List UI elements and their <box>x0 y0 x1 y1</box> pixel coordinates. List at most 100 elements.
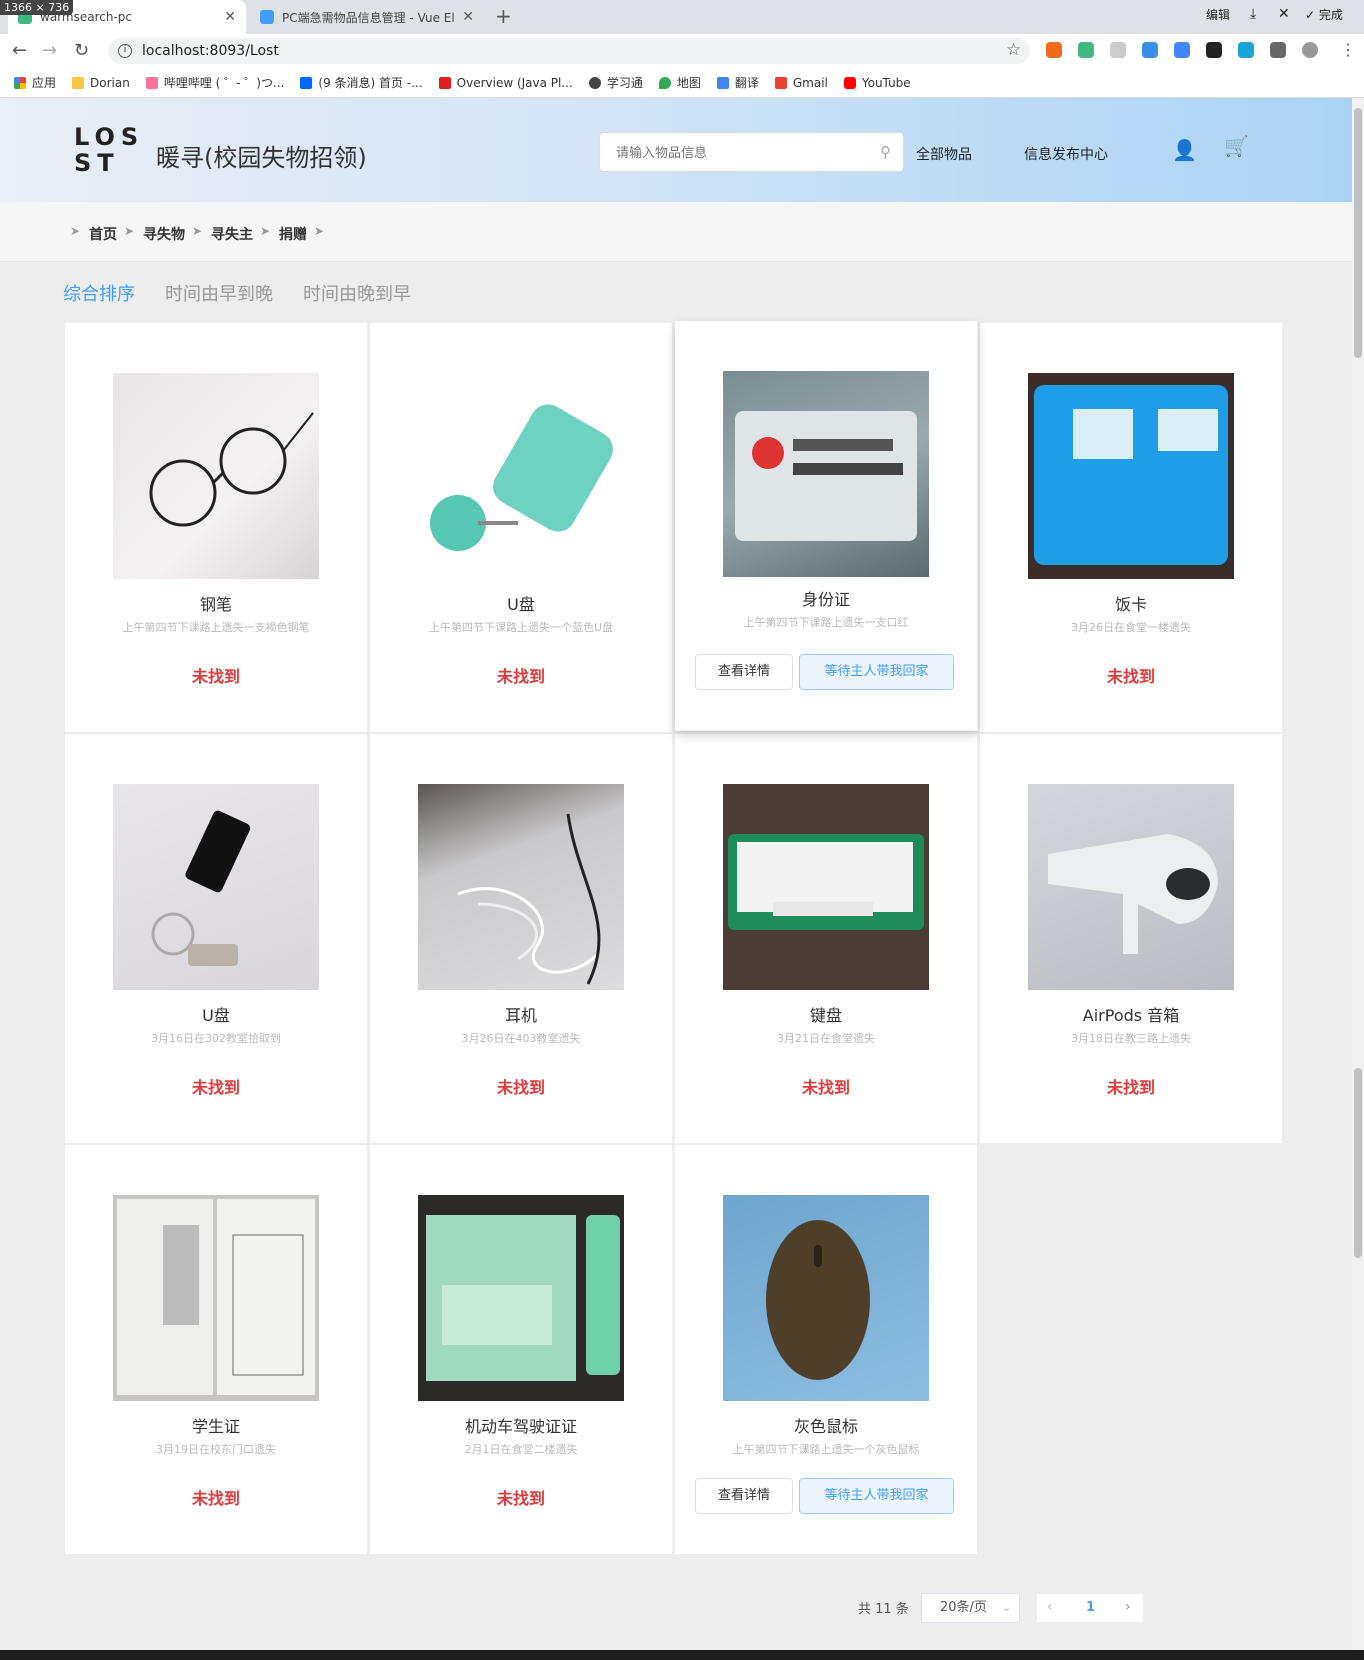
site-info-icon[interactable]: i <box>118 44 132 58</box>
paper-plane-icon: ➤ <box>260 224 271 238</box>
url-field[interactable]: i localhost:8093/Lost <box>108 38 1030 64</box>
item-card[interactable]: 灰色鼠标 上午第四节下课路上遗失一个灰色鼠标 查看详情 等待主人带我回家 <box>675 1145 978 1555</box>
publish-center-link[interactable]: 信息发布中心 <box>1024 144 1108 164</box>
item-card[interactable]: 键盘 3月21日在食堂遗失 未找到 <box>675 734 978 1144</box>
prev-page-icon[interactable]: ‹ <box>1047 1599 1053 1615</box>
bookmarks-bar: 应用 Dorian 哔哩哔哩 ( ゜- ゜)つ... (9 条消息) 首页 -.… <box>0 68 1364 98</box>
done-button[interactable]: ✓ 完成 <box>1305 6 1343 23</box>
bookmark-label: YouTube <box>861 75 911 90</box>
item-card[interactable]: 身份证 上午第四节下课路上遗失一支口红 查看详情 等待主人带我回家 <box>675 321 978 731</box>
url-text: localhost:8093/Lost <box>142 43 279 59</box>
nav-home[interactable]: 首页 <box>89 224 117 244</box>
logo-line: LOS <box>74 123 145 151</box>
page-size-select[interactable]: 20条/页 ⌄ <box>921 1593 1020 1623</box>
bookmark-item[interactable]: Dorian <box>72 76 130 90</box>
item-status: 未找到 <box>496 667 545 686</box>
item-card[interactable]: U盘 3月16日在302教室拾取到 未找到 <box>65 734 368 1144</box>
page-number[interactable]: 1 <box>1086 1600 1095 1615</box>
reload-icon[interactable]: ↻ <box>74 40 89 61</box>
gmail-icon <box>774 76 787 89</box>
wait-owner-button[interactable]: 等待主人带我回家 <box>799 1478 954 1514</box>
nav-find-owner[interactable]: 寻失主 <box>211 224 253 244</box>
extension-icon[interactable] <box>1110 42 1126 58</box>
item-card[interactable]: 饭卡 3月26日在食堂一楼遗失 未找到 <box>980 323 1283 733</box>
apps-grid-icon <box>14 76 26 89</box>
item-description: 上午第四节下课路上遗失一支口红 <box>743 616 909 629</box>
close-icon[interactable]: ✕ <box>1278 6 1290 22</box>
sort-time-desc[interactable]: 时间由晚到早 <box>303 280 411 306</box>
item-image <box>418 373 624 579</box>
item-card[interactable]: 机动车驾驶证证 2月1日在食堂二楼遗失 未找到 <box>370 1145 673 1555</box>
wifi-extension-icon[interactable] <box>1238 42 1254 58</box>
bookmark-item[interactable]: Overview (Java Pl... <box>438 76 573 90</box>
bookmark-item[interactable]: 翻译 <box>716 74 759 91</box>
edit-button[interactable]: 编辑 <box>1206 6 1230 23</box>
nav-find-lost[interactable]: 寻失物 <box>143 224 185 244</box>
bookmark-item[interactable]: 学习通 <box>588 74 643 91</box>
cart-icon[interactable]: 🛒 <box>1224 134 1249 158</box>
search-input[interactable] <box>599 132 904 172</box>
nav-donate[interactable]: 捐赠 <box>279 224 307 244</box>
item-image <box>418 784 624 990</box>
item-card[interactable]: U盘 上午第四节下课路上遗失一个蓝色U盘 未找到 <box>370 323 673 733</box>
menu-icon[interactable]: ⋮ <box>1340 40 1356 59</box>
bookmark-item[interactable]: (9 条消息) 首页 -... <box>300 74 423 91</box>
bookmark-label: Dorian <box>90 75 130 90</box>
extension-icon[interactable] <box>1206 42 1222 58</box>
search-icon[interactable]: ⚲ <box>880 143 891 161</box>
profile-icon[interactable] <box>1302 42 1318 58</box>
translate-extension-icon[interactable] <box>1174 42 1190 58</box>
close-tab-icon[interactable]: ✕ <box>224 9 236 25</box>
bookmark-item[interactable]: 地图 <box>658 74 701 91</box>
extension-icon[interactable] <box>1142 42 1158 58</box>
view-details-button[interactable]: 查看详情 <box>695 1478 793 1514</box>
item-description: 3月21日在食堂遗失 <box>777 1032 875 1045</box>
item-card[interactable]: AirPods 音箱 3月18日在教三路上遗失 未找到 <box>980 734 1283 1144</box>
done-label: 完成 <box>1318 8 1343 22</box>
bookmark-item[interactable]: Gmail <box>774 76 828 90</box>
user-icon[interactable]: 👤 <box>1172 138 1197 162</box>
new-tab-icon[interactable]: + <box>495 4 512 28</box>
scrollbar-thumb[interactable] <box>1354 108 1362 358</box>
download-icon[interactable]: ⤓ <box>1250 6 1256 22</box>
view-details-button[interactable]: 查看详情 <box>695 654 793 690</box>
scrollbar-thumb[interactable] <box>1354 1068 1362 1258</box>
item-name: AirPods 音箱 <box>1082 1006 1180 1025</box>
star-icon[interactable]: ☆ <box>1006 40 1021 60</box>
site-logo[interactable]: LOS ST <box>74 123 145 180</box>
item-status: 未找到 <box>801 1078 850 1097</box>
dimension-badge: 1366 × 736 <box>0 0 74 15</box>
item-description: 上午第四节下课路上遗失一个蓝色U盘 <box>428 621 614 634</box>
item-card[interactable]: 钢笔 上午第四节下课路上遗失一支褐色钢笔 未找到 <box>65 323 368 733</box>
next-page-icon[interactable]: › <box>1125 1599 1131 1615</box>
forward-icon[interactable]: → <box>42 40 57 61</box>
paper-plane-icon: ➤ <box>124 224 135 238</box>
item-image <box>418 1195 624 1401</box>
item-name: 钢笔 <box>199 595 232 614</box>
bookmark-item[interactable]: 哔哩哔哩 ( ゜- ゜)つ... <box>145 74 284 91</box>
all-items-link[interactable]: 全部物品 <box>916 144 972 164</box>
item-image <box>1028 373 1234 579</box>
extension-icon[interactable] <box>1046 42 1062 58</box>
item-card[interactable]: 学生证 3月19日在校东门口遗失 未找到 <box>65 1145 368 1555</box>
item-description: 3月26日在食堂一楼遗失 <box>1071 621 1191 634</box>
pager: ‹ 1 › <box>1036 1593 1144 1623</box>
back-icon[interactable]: ← <box>12 40 27 61</box>
bookmark-label: 翻译 <box>734 76 759 90</box>
item-image <box>113 1195 319 1401</box>
sort-time-asc[interactable]: 时间由早到晚 <box>165 280 273 306</box>
sort-comprehensive[interactable]: 综合排序 <box>63 280 135 306</box>
bookmark-apps[interactable]: 应用 <box>14 74 56 91</box>
extensions-puzzle-icon[interactable] <box>1270 42 1286 58</box>
maps-pin-icon <box>658 76 671 89</box>
paper-plane-icon: ➤ <box>192 224 203 238</box>
chevron-down-icon: ⌄ <box>1002 1601 1012 1614</box>
wait-owner-button[interactable]: 等待主人带我回家 <box>799 654 954 690</box>
browser-tab[interactable]: PC端急需物品信息管理 - Vue El ✕ <box>250 0 484 34</box>
logo-line: ST <box>74 149 120 177</box>
vue-devtools-icon[interactable] <box>1078 42 1094 58</box>
item-card[interactable]: 耳机 3月26日在403教室遗失 未找到 <box>370 734 673 1144</box>
item-image <box>723 784 929 990</box>
close-tab-icon[interactable]: ✕ <box>462 9 474 25</box>
bookmark-item[interactable]: YouTube <box>843 75 911 90</box>
